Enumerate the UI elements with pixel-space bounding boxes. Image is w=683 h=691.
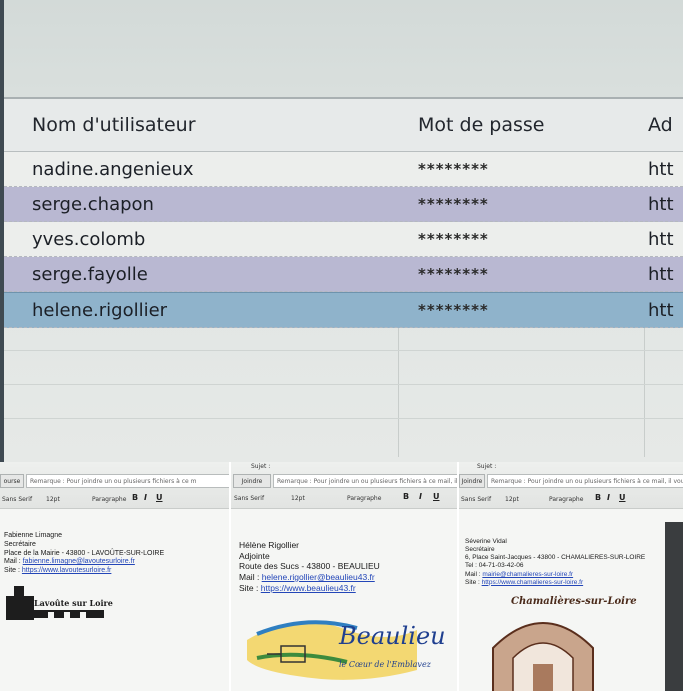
remark-field[interactable]: Remarque : Pour joindre un ou plusieurs …	[26, 474, 229, 488]
signer-role: Secrétaire	[4, 540, 36, 548]
table-row-selected[interactable]: helene.rigollier ******** htt	[4, 292, 683, 328]
subject-label: Sujet :	[477, 463, 497, 470]
address-cell: htt	[648, 158, 674, 180]
italic-icon[interactable]: I	[419, 492, 422, 501]
attach-button[interactable]: Joindre	[459, 474, 485, 488]
attach-button[interactable]: Joindre	[233, 474, 271, 488]
italic-icon[interactable]: I	[144, 493, 147, 502]
remark-field[interactable]: Remarque : Pour joindre un ou plusieurs …	[273, 474, 457, 488]
signer-address: 6, Place Saint-Jacques - 43800 - CHAMALI…	[465, 554, 646, 562]
table-row[interactable]: serge.fayolle ******** htt	[4, 257, 683, 292]
signer-name: Séverine Vidal	[465, 538, 507, 545]
mail-toolbar: Sujet : Joindre Remarque : Pour joindre …	[459, 462, 683, 509]
font-select[interactable]: Sans Serif	[2, 496, 32, 503]
mail-label: Mail :	[4, 558, 21, 566]
size-select[interactable]: 12pt	[291, 495, 305, 502]
mail-label: Mail :	[239, 571, 260, 582]
style-select[interactable]: Paragraphe	[347, 495, 381, 502]
mail-label: Mail :	[465, 570, 481, 578]
address-cell: htt	[648, 299, 674, 321]
password-cell: ********	[418, 230, 489, 248]
password-manager-photo: Nom d'utilisateur Mot de passe Ad nadine…	[0, 0, 683, 462]
underline-icon[interactable]: U	[619, 493, 626, 502]
site-label: Site :	[465, 578, 480, 586]
username-cell: serge.fayolle	[32, 263, 148, 285]
signer-name: Fabienne Limagne	[4, 532, 62, 539]
signer-role: Secrétaire	[465, 546, 495, 554]
table-row[interactable]: nadine.angenieux ******** htt	[4, 152, 683, 187]
chamalieres-logo-icon	[492, 622, 594, 691]
size-select[interactable]: 12pt	[505, 496, 519, 503]
bold-icon[interactable]: B	[403, 492, 409, 501]
site-link[interactable]: https://www.beaulieu43.fr	[261, 583, 356, 593]
credentials-table: Nom d'utilisateur Mot de passe Ad nadine…	[4, 97, 683, 328]
bold-icon[interactable]: B	[595, 493, 601, 502]
signer-phone: Tel : 04-71-03-42-06	[465, 562, 524, 570]
address-cell: htt	[648, 193, 674, 215]
font-select[interactable]: Sans Serif	[234, 495, 264, 502]
italic-icon[interactable]: I	[607, 493, 610, 502]
mail-toolbar: ourse Remarque : Pour joindre un ou plus…	[0, 462, 229, 509]
column-header-password[interactable]: Mot de passe	[418, 99, 648, 151]
username-cell: yves.colomb	[32, 228, 146, 250]
mail-link[interactable]: helene.rigollier@beaulieu43.fr	[262, 572, 375, 582]
signer-name: Hélène Rigollier	[239, 540, 300, 550]
signature-block: Séverine Vidal Secrétaire 6, Place Saint…	[465, 538, 645, 587]
chamalieres-logo-text: Chamalières-sur-Loire	[511, 596, 637, 607]
site-label: Site :	[4, 567, 20, 574]
remark-field[interactable]: Remarque : Pour joindre un ou plusieurs …	[487, 474, 683, 488]
signature-photo-beaulieu: Sujet : Joindre Remarque : Pour joindre …	[231, 462, 457, 691]
password-cell: ********	[418, 160, 489, 178]
attach-button[interactable]: ourse	[0, 474, 24, 488]
mail-toolbar: Sujet : Joindre Remarque : Pour joindre …	[231, 462, 457, 509]
site-label: Site :	[239, 582, 259, 593]
site-link[interactable]: https://www.lavoutesurloire.fr	[22, 567, 111, 574]
address-cell: htt	[648, 263, 674, 285]
signer-address: Place de la Mairie - 43800 - LAVOÛTE-SUR…	[4, 549, 165, 557]
subject-label: Sujet :	[251, 463, 271, 470]
address-cell: htt	[648, 228, 674, 250]
mail-link[interactable]: fabienne.limagne@lavoutesurloire.fr	[23, 558, 135, 565]
grid-line	[4, 384, 683, 385]
font-select[interactable]: Sans Serif	[461, 496, 491, 503]
signer-role: Adjointe	[239, 550, 270, 561]
username-cell: helene.rigollier	[32, 299, 168, 321]
username-cell: serge.chapon	[32, 193, 154, 215]
password-cell: ********	[418, 195, 489, 213]
style-select[interactable]: Paragraphe	[549, 496, 583, 503]
table-row[interactable]: serge.chapon ******** htt	[4, 187, 683, 222]
grid-line	[4, 418, 683, 419]
password-cell: ********	[418, 301, 489, 319]
signature-block: Fabienne Limagne Secrétaire Place de la …	[4, 532, 164, 576]
username-cell: nadine.angenieux	[32, 158, 194, 180]
beaulieu-logo-text: Beaulieu	[339, 622, 446, 650]
lavoute-logo-text: Lavoûte sur Loire	[34, 598, 113, 608]
grid-line	[4, 350, 683, 351]
signature-block: Hélène Rigollier Adjointe Route des Sucs…	[239, 540, 380, 593]
password-cell: ********	[418, 265, 489, 283]
signer-address: Route des Sucs - 43800 - BEAULIEU	[239, 561, 380, 572]
underline-icon[interactable]: U	[433, 492, 440, 501]
table-row[interactable]: yves.colomb ******** htt	[4, 222, 683, 257]
mail-link[interactable]: mairie@chamalieres-sur-loire.fr	[482, 571, 573, 578]
size-select[interactable]: 12pt	[46, 496, 60, 503]
underline-icon[interactable]: U	[156, 493, 163, 502]
signature-photo-chamalieres: Sujet : Joindre Remarque : Pour joindre …	[459, 462, 683, 691]
signature-photo-lavoute: ourse Remarque : Pour joindre un ou plus…	[0, 462, 229, 691]
bold-icon[interactable]: B	[132, 493, 138, 502]
style-select[interactable]: Paragraphe	[92, 496, 126, 503]
screen-bezel	[665, 522, 683, 691]
column-header-address[interactable]: Ad	[648, 99, 683, 151]
site-link[interactable]: https://www.chamalieres-sur-loire.fr	[482, 579, 584, 586]
beaulieu-tagline: le Cœur de l'Emblavez	[339, 660, 431, 669]
column-header-username[interactable]: Nom d'utilisateur	[32, 99, 402, 151]
table-header: Nom d'utilisateur Mot de passe Ad	[4, 99, 683, 152]
